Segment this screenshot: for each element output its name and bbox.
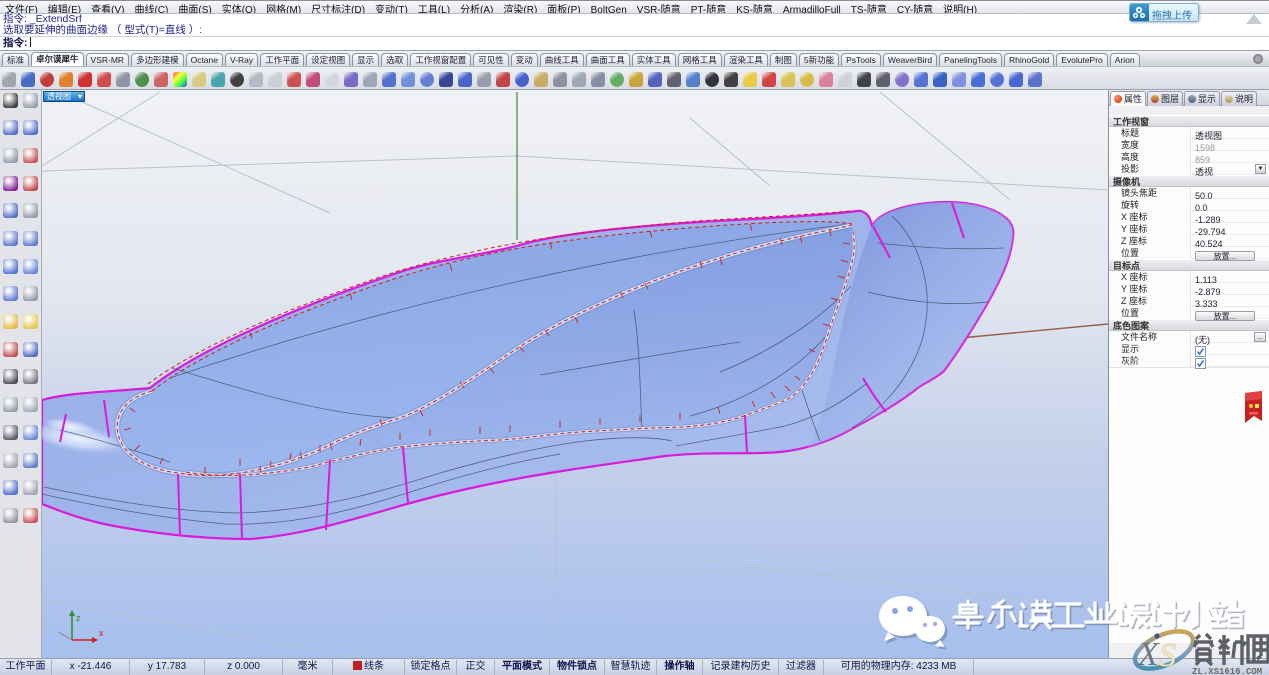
svg-text:x: x [99, 628, 104, 638]
svg-text:S: S [1159, 637, 1176, 674]
svg-text:X: X [1136, 636, 1160, 673]
svg-text:z: z [76, 613, 81, 623]
svg-text:ZL.XS1616.COM: ZL.XS1616.COM [1192, 667, 1262, 675]
